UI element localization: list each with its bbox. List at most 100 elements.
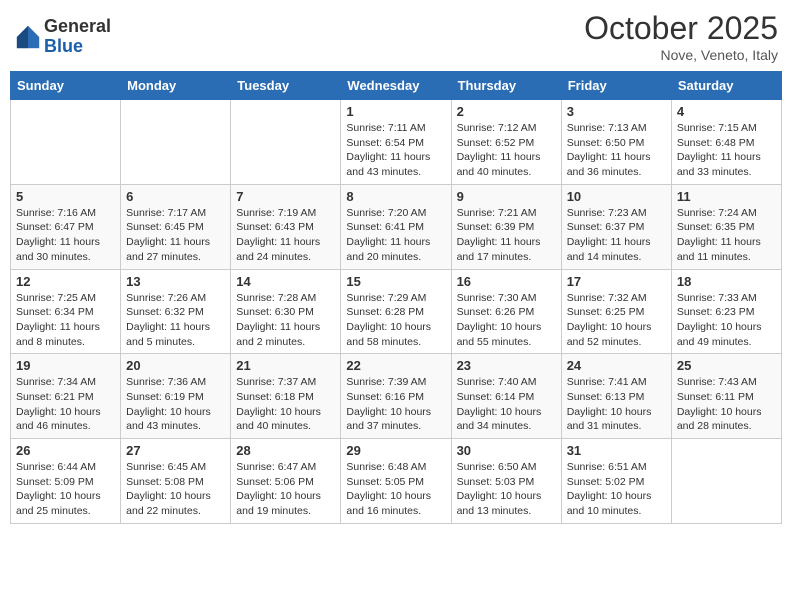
day-number: 9: [457, 189, 556, 204]
day-number: 31: [567, 443, 666, 458]
calendar-day-cell: 5 Sunrise: 7:16 AM Sunset: 6:47 PM Daylig…: [11, 184, 121, 269]
day-number: 12: [16, 274, 115, 289]
day-number: 1: [346, 104, 445, 119]
day-number: 10: [567, 189, 666, 204]
calendar-day-cell: 27 Sunrise: 6:45 AM Sunset: 5:08 PM Dayli…: [121, 439, 231, 524]
day-info: Sunrise: 7:33 AM Sunset: 6:23 PM Dayligh…: [677, 291, 776, 350]
day-info: Sunrise: 7:19 AM Sunset: 6:43 PM Dayligh…: [236, 206, 335, 265]
day-of-week-header: Wednesday: [341, 72, 451, 100]
calendar-day-cell: 18 Sunrise: 7:33 AM Sunset: 6:23 PM Dayli…: [671, 269, 781, 354]
calendar-day-cell: [671, 439, 781, 524]
page-header: General Blue October 2025 Nove, Veneto, …: [10, 10, 782, 63]
calendar-day-cell: 11 Sunrise: 7:24 AM Sunset: 6:35 PM Dayli…: [671, 184, 781, 269]
month-title: October 2025: [584, 10, 778, 47]
day-number: 16: [457, 274, 556, 289]
day-info: Sunrise: 7:28 AM Sunset: 6:30 PM Dayligh…: [236, 291, 335, 350]
calendar-day-cell: [231, 100, 341, 185]
day-number: 19: [16, 358, 115, 373]
logo-general: General: [44, 17, 111, 37]
calendar-day-cell: 4 Sunrise: 7:15 AM Sunset: 6:48 PM Daylig…: [671, 100, 781, 185]
day-number: 14: [236, 274, 335, 289]
day-info: Sunrise: 7:21 AM Sunset: 6:39 PM Dayligh…: [457, 206, 556, 265]
location: Nove, Veneto, Italy: [584, 47, 778, 63]
calendar-day-cell: 7 Sunrise: 7:19 AM Sunset: 6:43 PM Daylig…: [231, 184, 341, 269]
calendar-day-cell: 29 Sunrise: 6:48 AM Sunset: 5:05 PM Dayli…: [341, 439, 451, 524]
day-of-week-header: Friday: [561, 72, 671, 100]
day-of-week-header: Thursday: [451, 72, 561, 100]
calendar-week-row: 1 Sunrise: 7:11 AM Sunset: 6:54 PM Daylig…: [11, 100, 782, 185]
calendar-day-cell: 21Sunrise: 7:37 AM Sunset: 6:18 PM Dayli…: [231, 354, 341, 439]
logo-text: General Blue: [44, 17, 111, 57]
calendar-week-row: 26 Sunrise: 6:44 AM Sunset: 5:09 PM Dayli…: [11, 439, 782, 524]
calendar-day-cell: 17 Sunrise: 7:32 AM Sunset: 6:25 PM Dayli…: [561, 269, 671, 354]
day-info: Sunrise: 7:13 AM Sunset: 6:50 PM Dayligh…: [567, 121, 666, 180]
calendar-day-cell: 25 Sunrise: 7:43 AM Sunset: 6:11 PM Dayli…: [671, 354, 781, 439]
day-info: Sunrise: 7:41 AM Sunset: 6:13 PM Dayligh…: [567, 375, 666, 434]
day-info: Sunrise: 6:45 AM Sunset: 5:08 PM Dayligh…: [126, 460, 225, 519]
day-of-week-header: Monday: [121, 72, 231, 100]
day-info: Sunrise: 7:17 AM Sunset: 6:45 PM Dayligh…: [126, 206, 225, 265]
day-number: 15: [346, 274, 445, 289]
day-number: 7: [236, 189, 335, 204]
day-info: Sunrise: 6:48 AM Sunset: 5:05 PM Dayligh…: [346, 460, 445, 519]
day-info: Sunrise: 7:12 AM Sunset: 6:52 PM Dayligh…: [457, 121, 556, 180]
calendar-day-cell: 10 Sunrise: 7:23 AM Sunset: 6:37 PM Dayli…: [561, 184, 671, 269]
day-info: Sunrise: 7:15 AM Sunset: 6:48 PM Dayligh…: [677, 121, 776, 180]
day-info: Sunrise: 7:40 AM Sunset: 6:14 PM Dayligh…: [457, 375, 556, 434]
day-info: Sunrise: 7:24 AM Sunset: 6:35 PM Dayligh…: [677, 206, 776, 265]
day-number: 22: [346, 358, 445, 373]
day-number: 6: [126, 189, 225, 204]
day-number: 5: [16, 189, 115, 204]
day-info: Sunrise: 7:29 AM Sunset: 6:28 PM Dayligh…: [346, 291, 445, 350]
day-number: 18: [677, 274, 776, 289]
day-number: 4: [677, 104, 776, 119]
day-info: Sunrise: 6:47 AM Sunset: 5:06 PM Dayligh…: [236, 460, 335, 519]
day-number: 26: [16, 443, 115, 458]
day-number: 17: [567, 274, 666, 289]
calendar-day-cell: 23Sunrise: 7:40 AM Sunset: 6:14 PM Dayli…: [451, 354, 561, 439]
calendar-day-cell: 20Sunrise: 7:36 AM Sunset: 6:19 PM Dayli…: [121, 354, 231, 439]
calendar-header-row: SundayMondayTuesdayWednesdayThursdayFrid…: [11, 72, 782, 100]
calendar-day-cell: 9 Sunrise: 7:21 AM Sunset: 6:39 PM Daylig…: [451, 184, 561, 269]
day-info: Sunrise: 7:34 AM Sunset: 6:21 PM Dayligh…: [16, 375, 115, 434]
day-info: Sunrise: 7:25 AM Sunset: 6:34 PM Dayligh…: [16, 291, 115, 350]
calendar-day-cell: 22Sunrise: 7:39 AM Sunset: 6:16 PM Dayli…: [341, 354, 451, 439]
title-section: October 2025 Nove, Veneto, Italy: [584, 10, 778, 63]
day-number: 2: [457, 104, 556, 119]
calendar-day-cell: 2 Sunrise: 7:12 AM Sunset: 6:52 PM Daylig…: [451, 100, 561, 185]
day-of-week-header: Sunday: [11, 72, 121, 100]
day-of-week-header: Saturday: [671, 72, 781, 100]
day-number: 30: [457, 443, 556, 458]
logo: General Blue: [14, 17, 111, 57]
day-number: 27: [126, 443, 225, 458]
calendar-day-cell: 3 Sunrise: 7:13 AM Sunset: 6:50 PM Daylig…: [561, 100, 671, 185]
day-info: Sunrise: 6:51 AM Sunset: 5:02 PM Dayligh…: [567, 460, 666, 519]
day-info: Sunrise: 7:16 AM Sunset: 6:47 PM Dayligh…: [16, 206, 115, 265]
day-info: Sunrise: 7:32 AM Sunset: 6:25 PM Dayligh…: [567, 291, 666, 350]
calendar-week-row: 5 Sunrise: 7:16 AM Sunset: 6:47 PM Daylig…: [11, 184, 782, 269]
calendar-day-cell: 13Sunrise: 7:26 AM Sunset: 6:32 PM Dayli…: [121, 269, 231, 354]
calendar-day-cell: 26 Sunrise: 6:44 AM Sunset: 5:09 PM Dayli…: [11, 439, 121, 524]
day-number: 29: [346, 443, 445, 458]
calendar-day-cell: 24Sunrise: 7:41 AM Sunset: 6:13 PM Dayli…: [561, 354, 671, 439]
day-number: 11: [677, 189, 776, 204]
calendar-week-row: 19 Sunrise: 7:34 AM Sunset: 6:21 PM Dayli…: [11, 354, 782, 439]
calendar-week-row: 12 Sunrise: 7:25 AM Sunset: 6:34 PM Dayli…: [11, 269, 782, 354]
day-info: Sunrise: 6:44 AM Sunset: 5:09 PM Dayligh…: [16, 460, 115, 519]
day-info: Sunrise: 7:36 AM Sunset: 6:19 PM Dayligh…: [126, 375, 225, 434]
calendar-day-cell: [121, 100, 231, 185]
day-number: 8: [346, 189, 445, 204]
logo-icon: [14, 23, 42, 51]
calendar-day-cell: 1 Sunrise: 7:11 AM Sunset: 6:54 PM Daylig…: [341, 100, 451, 185]
day-of-week-header: Tuesday: [231, 72, 341, 100]
calendar-day-cell: 31 Sunrise: 6:51 AM Sunset: 5:02 PM Dayli…: [561, 439, 671, 524]
calendar-day-cell: 6 Sunrise: 7:17 AM Sunset: 6:45 PM Daylig…: [121, 184, 231, 269]
day-info: Sunrise: 7:11 AM Sunset: 6:54 PM Dayligh…: [346, 121, 445, 180]
day-info: Sunrise: 7:23 AM Sunset: 6:37 PM Dayligh…: [567, 206, 666, 265]
day-number: 3: [567, 104, 666, 119]
day-number: 25: [677, 358, 776, 373]
day-info: Sunrise: 7:26 AM Sunset: 6:32 PM Dayligh…: [126, 291, 225, 350]
day-info: Sunrise: 7:43 AM Sunset: 6:11 PM Dayligh…: [677, 375, 776, 434]
calendar-day-cell: 16Sunrise: 7:30 AM Sunset: 6:26 PM Dayli…: [451, 269, 561, 354]
day-info: Sunrise: 6:50 AM Sunset: 5:03 PM Dayligh…: [457, 460, 556, 519]
